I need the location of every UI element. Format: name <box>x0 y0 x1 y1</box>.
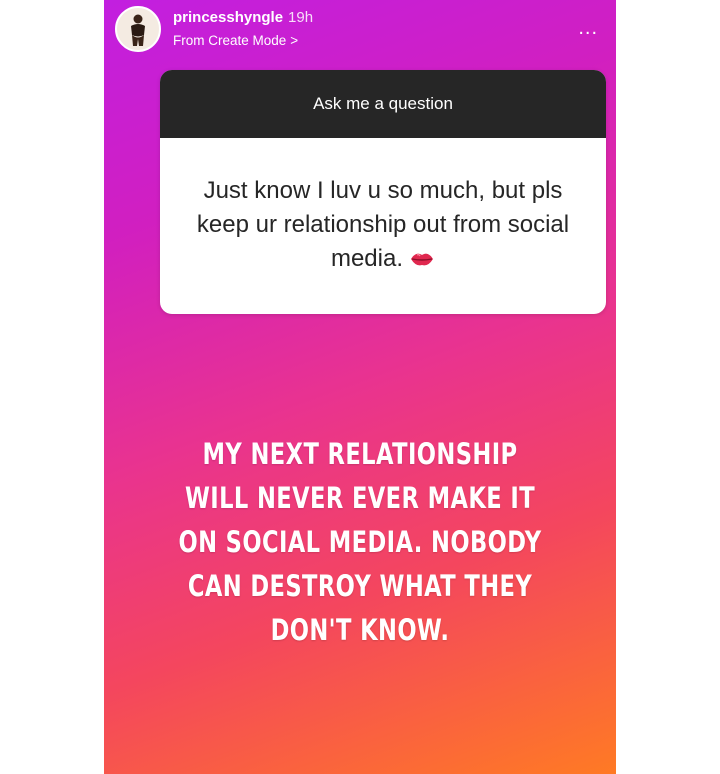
more-options-icon[interactable]: ... <box>578 18 598 38</box>
story-view[interactable]: princesshyngle 19h From Create Mode > ... … <box>104 0 616 774</box>
question-text: Just know I luv u so much, but pls keep … <box>196 176 570 272</box>
profile-avatar[interactable] <box>115 6 161 52</box>
question-sticker: Ask me a question Just know I luv u so m… <box>160 70 606 314</box>
story-header: princesshyngle 19h From Create Mode > ... <box>104 0 616 60</box>
username-text[interactable]: princesshyngle <box>173 9 283 26</box>
question-sticker-title: Ask me a question <box>160 70 606 138</box>
username-label[interactable]: princesshyngle 19h <box>173 9 313 26</box>
question-sticker-body: Just know I luv u so much, but pls keep … <box>160 138 606 314</box>
chevron-right-icon: > <box>290 33 299 48</box>
create-mode-link[interactable]: From Create Mode > <box>173 33 298 48</box>
kiss-mark-icon <box>409 245 435 279</box>
create-mode-label[interactable]: From Create Mode <box>173 33 286 48</box>
story-timestamp: 19h <box>288 9 314 26</box>
story-reply-text: MY NEXT RELATIONSHIP WILL NEVER EVER MAK… <box>178 437 542 647</box>
